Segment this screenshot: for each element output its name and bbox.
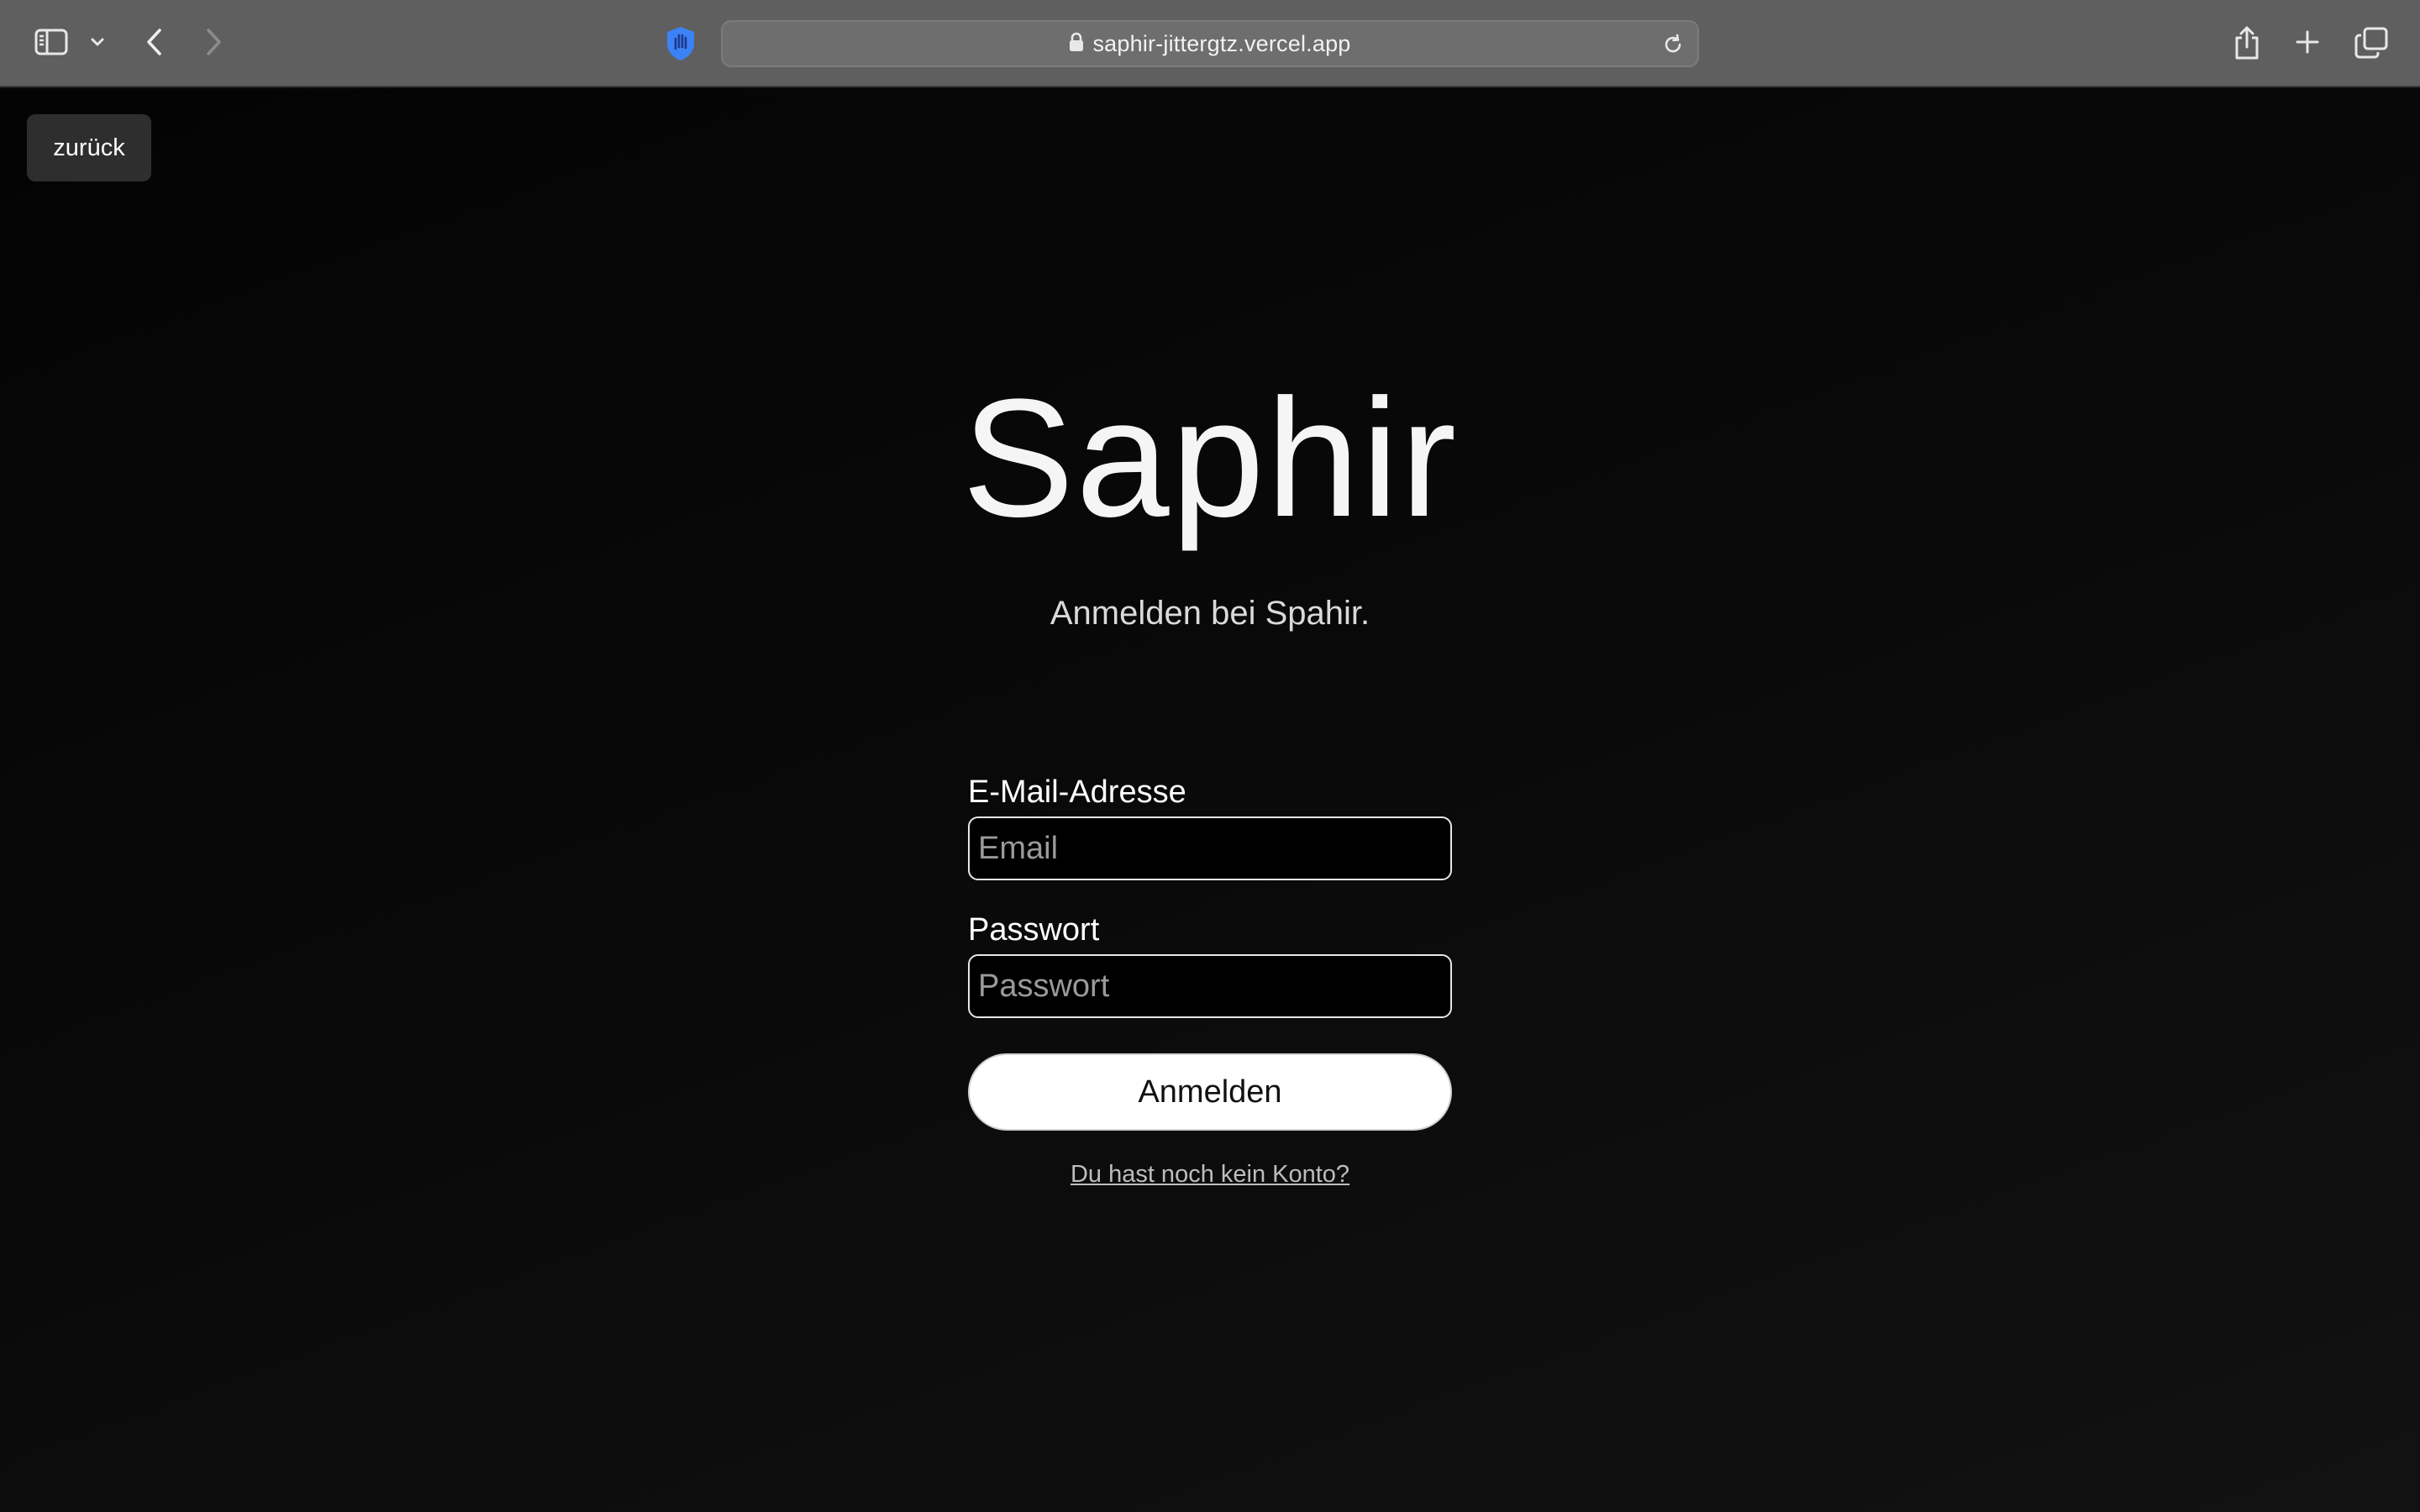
browser-toolbar: saphir-jittergtz.vercel.app xyxy=(0,0,2420,87)
password-field[interactable] xyxy=(968,954,1452,1018)
page-content: zurück Saphir Anmelden bei Spahir. E-Mai… xyxy=(0,89,2420,1512)
plus-icon[interactable] xyxy=(2291,25,2324,59)
page-subtitle: Anmelden bei Spahir. xyxy=(1050,595,1370,632)
back-icon[interactable] xyxy=(143,25,166,59)
page-title: Saphir xyxy=(961,365,1459,552)
login-form: E-Mail-Adresse Passwort Anmelden Du hast… xyxy=(968,771,1452,1189)
tab-overview-icon[interactable] xyxy=(2353,25,2390,60)
login-button[interactable]: Anmelden xyxy=(968,1053,1452,1131)
address-bar[interactable]: saphir-jittergtz.vercel.app xyxy=(721,20,1699,67)
share-icon[interactable] xyxy=(2230,24,2264,62)
email-label: E-Mail-Adresse xyxy=(968,774,1186,810)
forward-icon[interactable] xyxy=(202,25,225,59)
shield-hand-icon[interactable] xyxy=(664,25,697,62)
email-field[interactable] xyxy=(968,816,1452,880)
reload-icon[interactable] xyxy=(1660,32,1686,57)
url-text: saphir-jittergtz.vercel.app xyxy=(1092,30,1351,56)
password-label: Passwort xyxy=(968,912,1100,948)
lock-icon xyxy=(1069,32,1084,56)
chevron-down-icon[interactable] xyxy=(87,32,108,52)
sidebar-icon[interactable] xyxy=(32,25,71,59)
back-button[interactable]: zurück xyxy=(27,114,151,181)
register-link[interactable]: Du hast noch kein Konto? xyxy=(968,1161,1452,1189)
